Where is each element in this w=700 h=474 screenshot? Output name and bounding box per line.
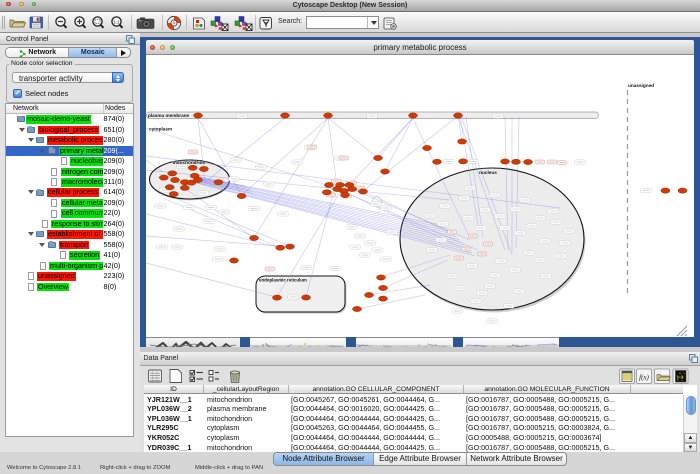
svg-text:mitochondrion: mitochondrion (173, 160, 206, 165)
svg-text:1:1: 1:1 (113, 20, 120, 25)
svg-text:endoplasmic reticulum: endoplasmic reticulum (259, 278, 307, 283)
svg-text:unassigned: unassigned (628, 83, 654, 88)
svg-text:f(x): f(x) (639, 374, 649, 382)
svg-text:plasma membrane: plasma membrane (148, 113, 190, 118)
svg-text:cytoplasm: cytoplasm (149, 127, 172, 132)
svg-text:nucleus: nucleus (479, 170, 497, 175)
